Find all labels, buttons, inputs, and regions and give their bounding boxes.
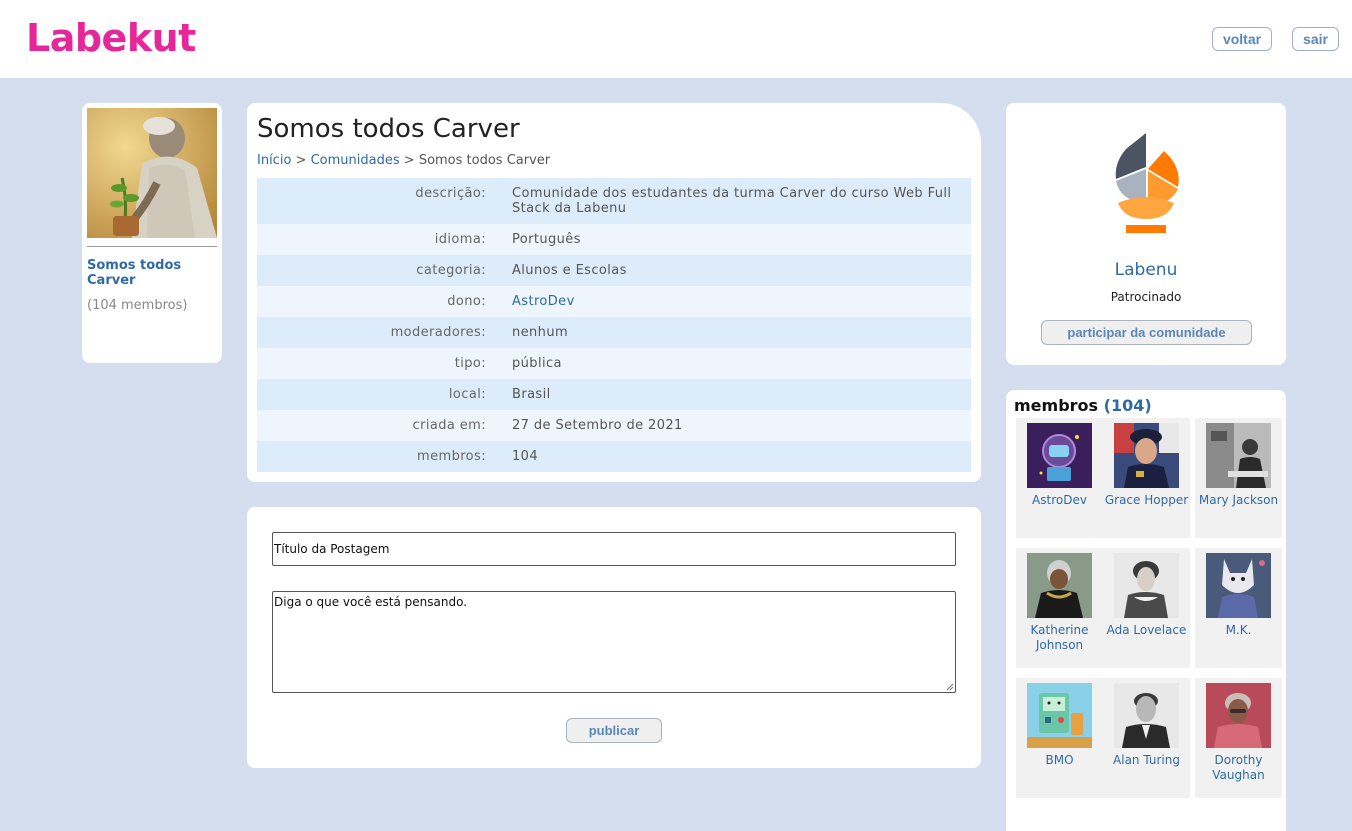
member-tile[interactable]: M.K. [1195,548,1282,668]
members-count: (104) [1103,396,1152,415]
info-value: Brasil [512,387,551,402]
member-tile[interactable]: BMO [1016,678,1103,798]
member-name[interactable]: Grace Hopper [1103,493,1190,508]
post-title-input[interactable]: Título da Postagem [272,532,956,566]
top-bar: Labekut voltar sair [0,0,1352,78]
info-row-location: local: Brasil [257,379,971,410]
profile-divider [87,246,217,247]
back-button[interactable]: voltar [1212,27,1272,51]
community-info-card: Somos todos Carver Início > Comunidades … [247,103,981,482]
member-tile[interactable]: Grace Hopper [1103,418,1190,538]
info-label: local: [448,387,486,402]
member-avatar [1114,683,1179,748]
breadcrumb-home[interactable]: Início [257,153,291,168]
info-row-category: categoria: Alunos e Escolas [257,255,971,286]
breadcrumb: Início > Comunidades > Somos todos Carve… [257,153,550,168]
logo[interactable]: Labekut [26,16,196,60]
breadcrumb-separator: > [403,153,415,168]
info-label: dono: [447,294,486,309]
breadcrumb-separator: > [295,153,307,168]
community-name-link[interactable]: Somos todos Carver [87,258,217,288]
member-avatar [1027,683,1092,748]
member-name[interactable]: Katherine Johnson [1016,623,1103,653]
member-avatar [1114,553,1179,618]
member-tile[interactable]: Dorothy Vaughan [1195,678,1282,798]
member-name[interactable]: Dorothy Vaughan [1195,753,1282,783]
info-label: criada em: [412,418,486,433]
logout-button[interactable]: sair [1292,27,1339,51]
member-avatar [1027,553,1092,618]
member-tile[interactable]: Alan Turing [1103,678,1190,798]
breadcrumb-current: Somos todos Carver [418,153,551,168]
info-value: 27 de Setembro de 2021 [512,418,683,433]
info-value: nenhum [512,325,569,340]
info-row-type: tipo: pública [257,348,971,379]
info-label: idioma: [434,232,486,247]
info-value: Comunidade dos estudantes da turma Carve… [512,186,952,216]
member-name[interactable]: BMO [1016,753,1103,768]
member-avatar [1114,423,1179,488]
info-label: membros: [417,449,486,464]
member-name[interactable]: Alan Turing [1103,753,1190,768]
sponsor-card: Labenu Patrocinado participar da comunid… [1006,103,1286,365]
info-row-description: descrição: Comunidade dos estudantes da … [257,178,971,224]
members-card: membros (104) AstroDev Grace Hopper Mary… [1006,390,1286,831]
member-name[interactable]: Ada Lovelace [1103,623,1190,638]
member-tile[interactable]: Mary Jackson [1195,418,1282,538]
member-name[interactable]: AstroDev [1016,493,1103,508]
community-profile-card: Somos todos Carver (104 membros) [82,103,222,363]
info-value: 104 [512,449,539,464]
member-avatar [1206,683,1271,748]
community-photo [87,108,217,238]
owner-link[interactable]: AstroDev [512,294,952,309]
info-row-language: idioma: Português [257,224,971,255]
info-value: Português [512,232,581,247]
info-label: moderadores: [390,325,486,340]
info-row-created: criada em: 27 de Setembro de 2021 [257,410,971,441]
members-heading: membros (104) [1014,396,1152,415]
post-body-textarea[interactable]: Diga o que você está pensando. [272,591,956,693]
member-tile[interactable]: Katherine Johnson [1016,548,1103,668]
page-title: Somos todos Carver [257,114,520,144]
member-avatar [1206,423,1271,488]
info-row-owner: dono: AstroDev [257,286,971,317]
community-info-table: descrição: Comunidade dos estudantes da … [257,178,971,472]
publish-button[interactable]: publicar [566,718,662,743]
member-tile[interactable]: AstroDev [1016,418,1103,538]
resize-handle-icon[interactable] [946,683,954,691]
member-name[interactable]: M.K. [1195,623,1282,638]
post-body-placeholder: Diga o que você está pensando. [274,595,468,609]
community-member-count: (104 membros) [87,298,188,313]
info-row-members: membros: 104 [257,441,971,472]
labenu-logo-icon[interactable] [1106,131,1186,235]
info-label: descrição: [415,186,486,201]
new-post-card: Título da Postagem Diga o que você está … [247,507,981,768]
member-avatar [1206,553,1271,618]
join-community-button[interactable]: participar da comunidade [1041,320,1252,345]
members-title: membros [1014,396,1099,415]
sponsor-name[interactable]: Labenu [1006,260,1286,280]
info-row-moderators: moderadores: nenhum [257,317,971,348]
info-label: tipo: [454,356,486,371]
member-tile[interactable]: Ada Lovelace [1103,548,1190,668]
info-value: Alunos e Escolas [512,263,627,278]
breadcrumb-communities[interactable]: Comunidades [311,153,400,168]
info-label: categoria: [416,263,486,278]
member-avatar [1027,423,1092,488]
sponsored-label: Patrocinado [1110,290,1182,304]
member-name[interactable]: Mary Jackson [1195,493,1282,508]
info-value: pública [512,356,562,371]
